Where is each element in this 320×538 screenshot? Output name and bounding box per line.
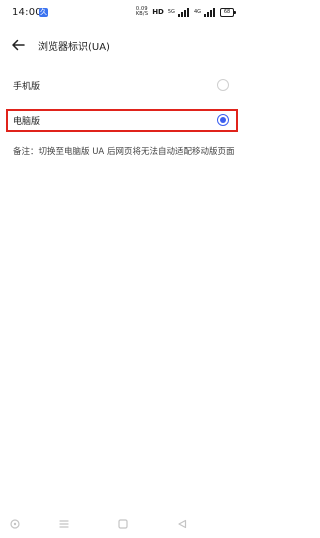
option-mobile-version[interactable]: 手机版 [0, 72, 246, 100]
square-icon[interactable] [117, 518, 129, 530]
status-indicators: 0.09 KB/S HD 5G 4G 68 [136, 7, 236, 17]
option-desktop-version[interactable]: 电脑版 [0, 107, 246, 135]
hd-icon: HD [152, 8, 164, 16]
page-header: 浏览器标识(UA) [0, 30, 246, 60]
option-label: 电脑版 [13, 117, 41, 127]
network-speed: 0.09 KB/S [136, 7, 148, 17]
menu-icon[interactable] [58, 518, 70, 530]
navigation-bar [0, 514, 246, 534]
radio-mobile[interactable] [217, 79, 229, 91]
signal-2-label: 4G [193, 9, 201, 15]
network-speed-unit: KB/S [135, 11, 149, 17]
circle-icon[interactable] [9, 518, 21, 530]
signal-1-icon [177, 7, 190, 17]
app-notification-icon: 久 [39, 8, 48, 17]
signal-1-label: 5G [167, 9, 175, 15]
radio-desktop[interactable] [217, 114, 229, 126]
battery-icon: 68 [220, 7, 236, 17]
status-time: 14:00 [12, 7, 42, 18]
page-title: 浏览器标识(UA) [38, 42, 110, 53]
status-bar: 14:00 久 0.09 KB/S HD 5G 4G 68 [0, 0, 246, 24]
back-triangle-icon[interactable] [176, 518, 188, 530]
signal-2-icon [204, 7, 216, 17]
option-label: 手机版 [13, 82, 41, 92]
back-arrow-icon[interactable] [10, 37, 26, 53]
note-text: 备注：切换至电脑版 UA 后网页将无法自动适配移动版页面 [13, 147, 235, 157]
